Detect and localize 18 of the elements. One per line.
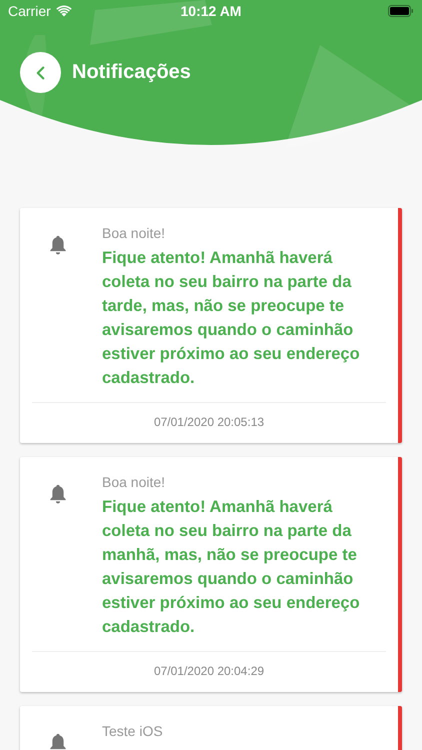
wifi-icon [56, 5, 72, 17]
notification-date: 07/01/2020 20:04:29 [154, 664, 264, 678]
bell-icon [48, 234, 68, 256]
notification-title: Teste iOS [102, 722, 163, 740]
carrier-label: Carrier [8, 3, 51, 19]
notification-date: 07/01/2020 20:05:13 [154, 415, 264, 429]
notification-card[interactable]: Teste iOS [20, 706, 402, 750]
notification-message: Fique atento! Amanhã haverá coleta no seu bairro na parte da tarde, mas, não se preocupe te avisaremos quando o caminhão estiver próximo ao seu endereço cadastrado. [102, 248, 361, 389]
notification-title: Boa noite! [102, 473, 166, 491]
clock-time: 10:12 AM [180, 3, 242, 19]
page-title: Notificações [72, 61, 191, 84]
notification-title: Boa noite! [102, 224, 166, 242]
bell-icon [48, 732, 68, 750]
notification-card[interactable]: Boa noite! Fique atento! Amanhã haverá coleta no seu bairro na parte da tarde, mas, não se preocupe te avisaremos quando o caminhão estiver próximo ao seu endereço cadastrado. 07/01/2020 20:05:13 [20, 208, 402, 443]
bell-icon [48, 483, 68, 505]
notification-message: Fique atento! Amanhã haverá coleta no seu bairro na parte da manhã, mas, não se preocupe te avisaremos quando o caminhão estiver próximo ao seu endereço cadastrado. [102, 497, 361, 638]
notification-card[interactable]: Boa noite! Fique atento! Amanhã haverá coleta no seu bairro na parte da manhã, mas, não se preocupe te avisaremos quando o caminhão estiver próximo ao seu endereço cadastrado. 07/01/2020 20:04:29 [20, 457, 402, 692]
battery-icon [388, 5, 414, 17]
